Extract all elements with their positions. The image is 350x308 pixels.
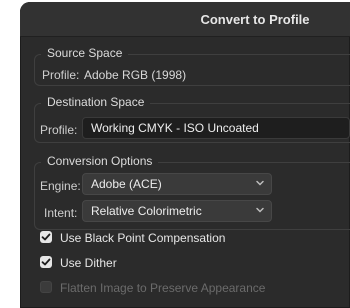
black-point-compensation-label[interactable]: Use Black Point Compensation bbox=[60, 231, 225, 245]
black-point-compensation-checkbox[interactable] bbox=[40, 231, 52, 243]
source-profile-value: Adobe RGB (1998) bbox=[84, 68, 187, 82]
use-dither-checkbox[interactable] bbox=[40, 256, 52, 268]
intent-label: Intent: bbox=[44, 206, 78, 220]
conversion-options-title: Conversion Options bbox=[41, 154, 159, 168]
destination-space-title: Destination Space bbox=[41, 95, 151, 109]
engine-value: Adobe (ACE) bbox=[91, 177, 162, 191]
checkmark-icon bbox=[41, 258, 51, 266]
engine-select[interactable]: Adobe (ACE) bbox=[82, 173, 272, 195]
convert-to-profile-dialog: Convert to Profile Source Space Profile:… bbox=[20, 2, 350, 308]
destination-profile-select[interactable]: Working CMYK - ISO Uncoated bbox=[82, 117, 350, 139]
flatten-image-checkbox bbox=[40, 281, 52, 293]
dialog-titlebar: Convert to Profile bbox=[20, 2, 350, 37]
chevron-down-icon bbox=[256, 207, 264, 213]
dialog-title: Convert to Profile bbox=[200, 12, 310, 27]
intent-select[interactable]: Relative Colorimetric bbox=[82, 200, 272, 222]
source-profile-label: Profile: bbox=[42, 68, 80, 82]
intent-value: Relative Colorimetric bbox=[91, 204, 202, 218]
destination-profile-label: Profile: bbox=[40, 123, 78, 137]
chevron-down-icon bbox=[256, 180, 264, 186]
use-dither-label[interactable]: Use Dither bbox=[60, 256, 117, 270]
checkmark-icon bbox=[41, 233, 51, 241]
engine-label: Engine: bbox=[40, 179, 81, 193]
source-space-group: Source Space bbox=[34, 46, 350, 86]
source-space-title: Source Space bbox=[41, 46, 129, 60]
destination-profile-value: Working CMYK - ISO Uncoated bbox=[91, 121, 259, 135]
flatten-image-label: Flatten Image to Preserve Appearance bbox=[60, 281, 266, 295]
